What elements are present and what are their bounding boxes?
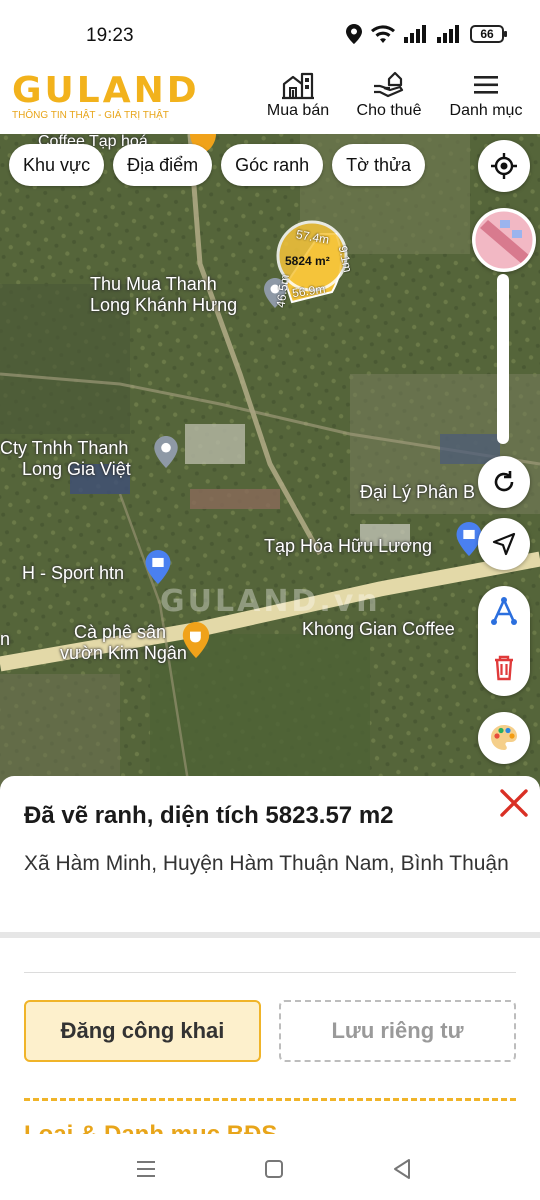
battery-icon: 66 — [470, 25, 507, 43]
post-public-button[interactable]: Đăng công khai — [24, 1000, 261, 1062]
map-label-ca-phe-line2: vườn Kim Ngân — [60, 643, 187, 663]
delete-button[interactable] — [488, 652, 520, 684]
map-label-cty-line1: Cty Tnhh Thanh — [0, 438, 129, 458]
hand-house-icon — [374, 71, 404, 98]
map-label-cty-line2: Long Gia Việt — [22, 459, 131, 479]
nav-danh-muc[interactable]: Danh mục — [438, 70, 534, 120]
recents-icon[interactable] — [133, 1156, 159, 1182]
signal-icon-2 — [437, 25, 459, 43]
map-label-thu-mua-line1: Thu Mua Thanh — [90, 274, 217, 294]
back-icon[interactable] — [389, 1156, 415, 1182]
hamburger-menu-icon — [474, 76, 498, 94]
draw-tool-stack — [478, 586, 530, 696]
map-label-ca-phe[interactable]: Cà phê sân vườn Kim Ngân — [60, 622, 187, 664]
map-label-left-clip: n — [0, 629, 11, 649]
close-button[interactable] — [497, 786, 531, 820]
shop-pin-icon[interactable] — [145, 550, 171, 584]
refresh-button[interactable] — [478, 456, 530, 508]
refresh-icon — [494, 471, 514, 492]
close-icon — [500, 789, 528, 817]
nav-danh-muc-label: Danh mục — [449, 102, 523, 119]
wifi-icon — [371, 25, 395, 43]
map-layer-thumbnail-icon — [472, 208, 536, 272]
satellite-map[interactable]: Coffee Tạp hoá Thu Mua Thanh Long Khánh … — [0, 134, 540, 794]
map-label-h-sport[interactable]: H - Sport htn — [22, 563, 124, 584]
map-label-dai-ly[interactable]: Đại Lý Phân B — [360, 482, 475, 503]
location-pin-icon — [346, 24, 362, 44]
map-label-ca-phe-line1: Cà phê sân — [74, 622, 167, 642]
nav-mua-ban-label: Mua bán — [266, 102, 330, 119]
chip-dia-diem[interactable]: Địa điểm — [113, 144, 213, 186]
map-label-thu-mua-line2: Long Khánh Hưng — [90, 295, 238, 315]
palette-button[interactable] — [478, 712, 530, 764]
screen: 19:23 66 GULAND THÔNG TIN THẬT - GIÁ TRỊ… — [0, 0, 540, 1200]
status-time: 19:23 — [86, 25, 134, 46]
status-icons: 66 — [346, 24, 507, 44]
signal-icon — [404, 25, 426, 43]
home-icon[interactable] — [261, 1156, 287, 1182]
layer-switch-button[interactable] — [472, 208, 536, 272]
chip-goc-ranh[interactable]: Góc ranh — [221, 144, 324, 186]
section-title-property-type: Loại & Danh mục BĐS — [24, 1120, 277, 1134]
locate-button[interactable] — [478, 140, 530, 192]
app-header: GULAND THÔNG TIN THẬT - GIÁ TRỊ THẬT Mua… — [0, 62, 540, 134]
opacity-slider[interactable] — [497, 274, 509, 444]
section-divider — [0, 932, 540, 938]
sheet-title: Đã vẽ ranh, diện tích 5823.57 m2 — [24, 802, 394, 829]
map-watermark: GULAND.vn — [160, 584, 381, 619]
measure-button[interactable] — [488, 596, 520, 628]
navigate-button[interactable] — [478, 518, 530, 570]
map-label-cty[interactable]: Cty Tnhh Thanh Long Gia Việt — [0, 438, 131, 480]
chip-to-thua[interactable]: Tờ thửa — [332, 144, 426, 186]
palette-icon — [491, 725, 517, 750]
navigate-icon — [492, 532, 516, 556]
nav-cho-thue-label: Cho thuê — [356, 102, 422, 119]
chip-khu-vuc[interactable]: Khu vực — [9, 144, 105, 186]
save-private-button[interactable]: Lưu riêng tư — [279, 1000, 516, 1062]
map-filter-chips: Khu vực Địa điểm Góc ranh Tờ thửa — [9, 144, 426, 186]
map-label-thu-mua[interactable]: Thu Mua Thanh Long Khánh Hưng — [90, 274, 237, 316]
building-icon — [282, 72, 314, 100]
delete-icon — [495, 655, 513, 681]
map-label-tap-hoa[interactable]: Tạp Hóa Hữu Lương — [264, 536, 432, 557]
nav-cho-thue[interactable]: Cho thuê — [341, 70, 437, 120]
coffee-pin-icon[interactable] — [182, 622, 210, 658]
divider-line — [24, 972, 516, 973]
guland-logo[interactable]: GULAND THÔNG TIN THẬT - GIÁ TRỊ THẬT — [12, 70, 197, 126]
logo-tagline: THÔNG TIN THẬT - GIÁ TRỊ THẬT — [12, 110, 169, 121]
measure-icon — [491, 597, 517, 625]
map-label-khong-gian[interactable]: Khong Gian Coffee — [302, 619, 455, 640]
dashed-divider — [24, 1098, 516, 1101]
system-nav-bar — [0, 1140, 540, 1200]
logo-wordmark: GULAND — [12, 70, 200, 111]
result-bottom-sheet: Đã vẽ ranh, diện tích 5823.57 m2 Xã Hàm … — [0, 776, 540, 1200]
parcel-area-label: 5824 m² — [285, 254, 330, 268]
nav-mua-ban[interactable]: Mua bán — [250, 70, 346, 120]
status-bar: 19:23 66 — [0, 0, 540, 62]
map-pin-grey-icon-2[interactable] — [154, 436, 178, 468]
sheet-address: Xã Hàm Minh, Huyện Hàm Thuận Nam, Bình T… — [24, 852, 509, 875]
locate-icon — [491, 153, 517, 179]
